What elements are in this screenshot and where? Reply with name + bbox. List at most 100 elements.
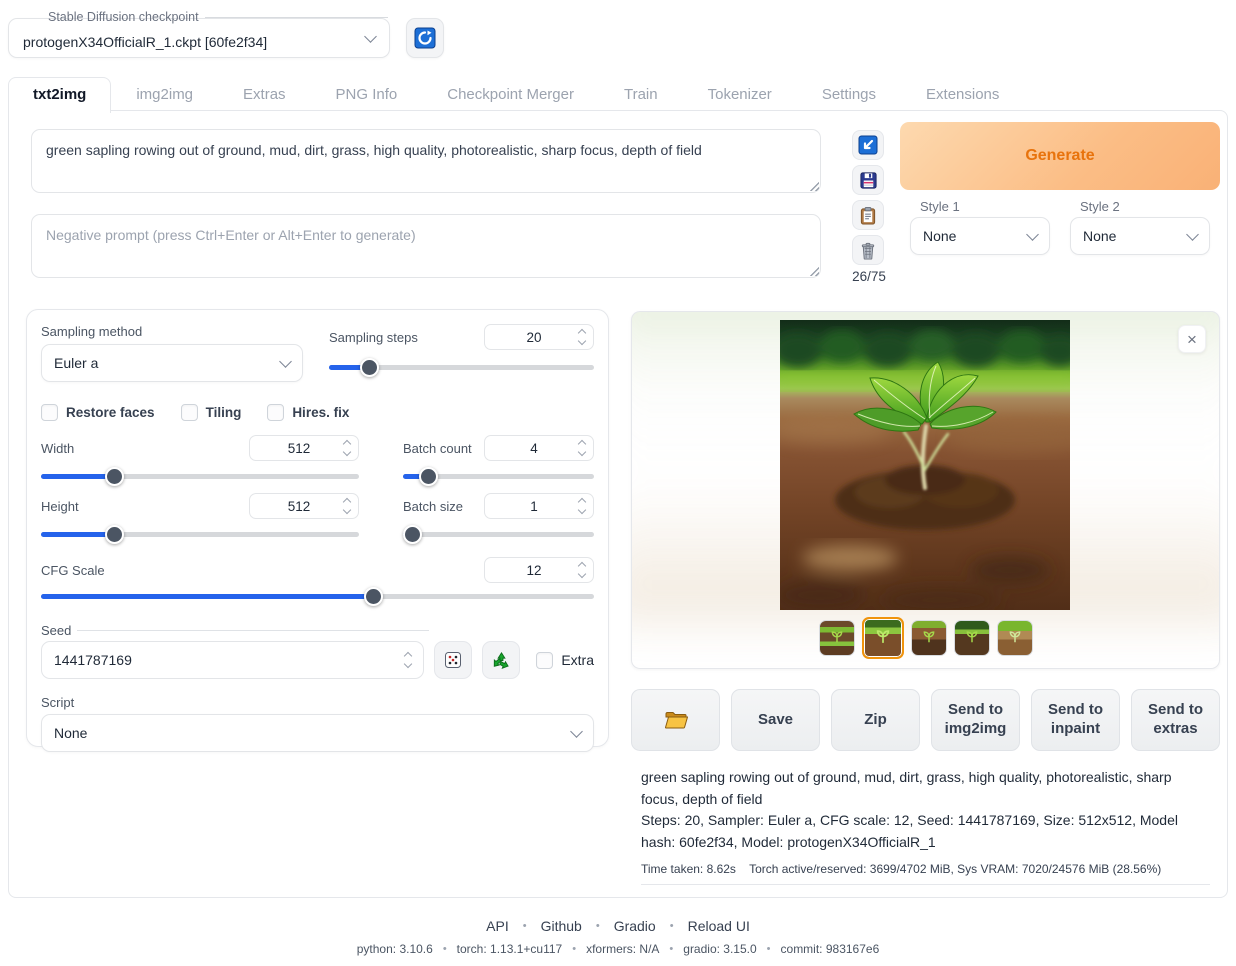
tab-settings[interactable]: Settings (797, 77, 901, 113)
tab-txt2img[interactable]: txt2img (8, 77, 111, 113)
result-gallery: × (631, 311, 1220, 669)
generated-image[interactable] (780, 320, 1070, 610)
tab-tokenizer[interactable]: Tokenizer (683, 77, 797, 113)
footer-link-reload-ui[interactable]: Reload UI (688, 918, 750, 934)
label-divider (77, 630, 429, 631)
dot-separator: • (767, 943, 771, 955)
sampling-steps-numbox[interactable] (484, 324, 594, 350)
negative-prompt-input[interactable] (31, 214, 821, 278)
tab-img2img[interactable]: img2img (111, 77, 218, 113)
checkpoint-label: Stable Diffusion checkpoint (48, 10, 199, 24)
generate-button[interactable]: Generate (900, 122, 1220, 190)
tab-extensions[interactable]: Extensions (901, 77, 1024, 113)
tiling-checkbox[interactable]: Tiling (181, 404, 242, 421)
open-folder-button[interactable] (631, 689, 720, 751)
thumbnail-2-selected[interactable] (862, 617, 904, 659)
batch-size-label: Batch size (403, 499, 463, 514)
label-divider (205, 17, 388, 18)
sprout-icon (922, 630, 935, 643)
chevron-down-icon (364, 30, 377, 43)
send-to-inpaint-button[interactable]: Send to inpaint (1031, 689, 1120, 751)
zip-button[interactable]: Zip (831, 689, 920, 751)
floppy-disk-icon (859, 171, 878, 190)
extra-seed-checkbox[interactable]: Extra (536, 652, 594, 669)
thumbnail-3[interactable] (911, 620, 947, 656)
clear-prompt-button[interactable] (852, 235, 884, 265)
reuse-seed-button[interactable] (482, 641, 520, 679)
width-label: Width (41, 441, 74, 456)
spinner-icon[interactable] (575, 330, 589, 344)
thumbnail-1[interactable] (819, 620, 855, 656)
width-slider[interactable] (41, 467, 359, 485)
paste-params-button[interactable] (852, 130, 884, 160)
dot-separator: • (443, 943, 447, 955)
sprout-icon (875, 629, 890, 644)
spinner-icon[interactable] (401, 653, 415, 667)
generation-info: green sapling rowing out of ground, mud,… (631, 767, 1220, 885)
width-input[interactable] (258, 441, 340, 456)
dot-separator: • (670, 920, 674, 932)
script-label: Script (41, 695, 594, 710)
footer: API• Github• Gradio• Reload UI python: 3… (0, 918, 1236, 956)
spinner-icon[interactable] (575, 563, 589, 577)
script-select[interactable]: None (41, 714, 594, 752)
checkpoint-select[interactable]: protogenX34OfficialR_1.ckpt [60fe2f34] (8, 18, 390, 58)
close-gallery-button[interactable]: × (1178, 325, 1206, 353)
batch-size-slider[interactable] (403, 525, 594, 543)
seed-numbox[interactable] (41, 641, 424, 679)
style2-value: None (1083, 228, 1188, 244)
style1-select[interactable]: None (910, 217, 1050, 255)
cfg-scale-input[interactable] (493, 563, 575, 578)
height-numbox[interactable] (249, 493, 359, 519)
seed-input[interactable] (54, 652, 401, 668)
style2-select[interactable]: None (1070, 217, 1210, 255)
send-to-extras-button[interactable]: Send to extras (1131, 689, 1220, 751)
height-slider[interactable] (41, 525, 359, 543)
refresh-checkpoint-button[interactable] (406, 18, 444, 58)
extra-label: Extra (561, 652, 594, 668)
tab-train[interactable]: Train (599, 77, 683, 113)
prompt-input[interactable]: green sapling rowing out of ground, mud,… (31, 129, 821, 193)
checkbox-icon (181, 404, 198, 421)
sampling-method-select[interactable]: Euler a (41, 344, 303, 382)
dot-separator: • (572, 943, 576, 955)
height-input[interactable] (258, 499, 340, 514)
batch-size-numbox[interactable] (484, 493, 594, 519)
tab-png-info[interactable]: PNG Info (311, 77, 423, 113)
spinner-icon[interactable] (340, 441, 354, 455)
hires-fix-label: Hires. fix (292, 405, 349, 420)
cfg-scale-numbox[interactable] (484, 557, 594, 583)
restore-faces-checkbox[interactable]: Restore faces (41, 404, 155, 421)
save-style-button[interactable] (852, 165, 884, 195)
sampling-steps-input[interactable] (493, 330, 575, 345)
script-value: None (54, 725, 572, 741)
footer-link-api[interactable]: API (486, 918, 509, 934)
spinner-icon[interactable] (575, 441, 589, 455)
save-button[interactable]: Save (731, 689, 820, 751)
width-numbox[interactable] (249, 435, 359, 461)
generation-meta-text: Time taken: 8.62s Torch active/reserved:… (641, 862, 1210, 885)
thumbnail-4[interactable] (954, 620, 990, 656)
version-commit: commit: 983167e6 (781, 942, 880, 956)
spinner-icon[interactable] (575, 499, 589, 513)
batch-size-input[interactable] (493, 499, 575, 514)
chevron-down-icon (279, 355, 292, 368)
spinner-icon[interactable] (340, 499, 354, 513)
hires-fix-checkbox[interactable]: Hires. fix (267, 404, 349, 421)
height-label: Height (41, 499, 79, 514)
batch-count-numbox[interactable] (484, 435, 594, 461)
batch-count-input[interactable] (493, 441, 575, 456)
apply-style-button[interactable] (852, 200, 884, 230)
tab-extras[interactable]: Extras (218, 77, 311, 113)
footer-link-gradio[interactable]: Gradio (614, 918, 656, 934)
sampling-steps-slider[interactable] (329, 358, 594, 376)
footer-link-github[interactable]: Github (541, 918, 582, 934)
thumbnail-5[interactable] (997, 620, 1033, 656)
batch-count-slider[interactable] (403, 467, 594, 485)
send-to-img2img-button[interactable]: Send to img2img (931, 689, 1020, 751)
style1-label: Style 1 (920, 199, 960, 214)
cfg-scale-slider[interactable] (41, 587, 594, 605)
tab-checkpoint-merger[interactable]: Checkpoint Merger (422, 77, 599, 113)
random-seed-button[interactable] (434, 641, 472, 679)
sampling-method-value: Euler a (54, 355, 281, 371)
